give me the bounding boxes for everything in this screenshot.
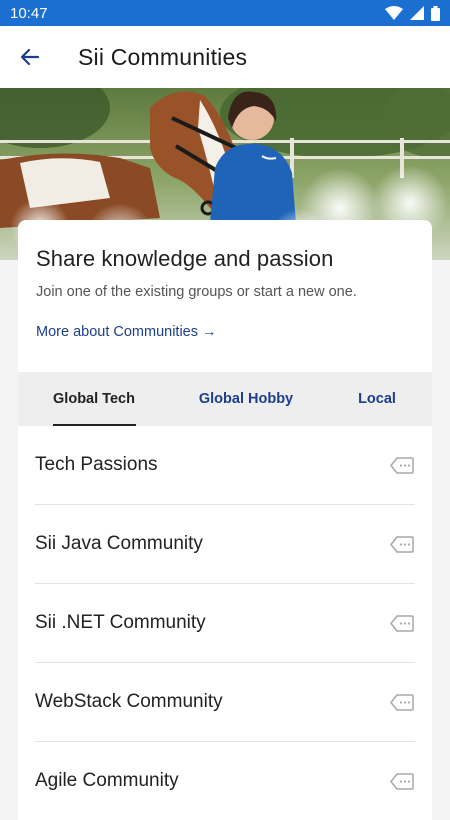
status-bar: 10:47 xyxy=(0,0,450,26)
tab-local[interactable]: Local xyxy=(322,372,432,426)
more-about-communities-link[interactable]: More about Communities → xyxy=(36,324,217,340)
status-time: 10:47 xyxy=(10,4,48,22)
card-subline: Join one of the existing groups or start… xyxy=(36,284,357,300)
tab-global-tech[interactable]: Global Tech xyxy=(18,372,170,426)
tag-icon xyxy=(389,534,415,554)
list-item-label: WebStack Community xyxy=(35,691,223,712)
tag-icon xyxy=(389,613,415,633)
card-headline: Share knowledge and passion xyxy=(36,246,334,271)
page-title: Sii Communities xyxy=(78,43,248,70)
tag-icon xyxy=(389,455,415,475)
tab-global-hobby[interactable]: Global Hobby xyxy=(170,372,322,426)
communities-card: Share knowledge and passion Join one of … xyxy=(18,220,432,820)
list-item-sii-java-community[interactable]: Sii Java Community xyxy=(35,505,415,584)
list-item-sii-net-community[interactable]: Sii .NET Community xyxy=(35,584,415,663)
signal-icon xyxy=(410,6,424,20)
list-item-webstack-community[interactable]: WebStack Community xyxy=(35,663,415,742)
battery-icon xyxy=(431,5,440,21)
list-item-label: Agile Community xyxy=(35,770,179,791)
card-header: Share knowledge and passion Join one of … xyxy=(18,220,432,341)
community-tabs: Global Tech Global Hobby Local xyxy=(18,372,432,426)
wifi-icon xyxy=(385,6,403,20)
list-item-label: Sii .NET Community xyxy=(35,612,206,633)
list-item-label: Sii Java Community xyxy=(35,533,203,554)
app-bar: Sii Communities xyxy=(0,26,450,88)
list-item-label: Tech Passions xyxy=(35,454,158,475)
status-icons xyxy=(385,5,440,21)
list-item-tech-passions[interactable]: Tech Passions xyxy=(35,426,415,505)
tag-icon xyxy=(389,771,415,791)
back-button[interactable] xyxy=(0,26,60,88)
tag-icon xyxy=(389,692,415,712)
list-item-agile-community[interactable]: Agile Community xyxy=(35,742,415,820)
arrow-back-icon xyxy=(20,48,40,66)
community-list: Tech Passions Sii Java Community Sii .NE… xyxy=(18,426,432,820)
